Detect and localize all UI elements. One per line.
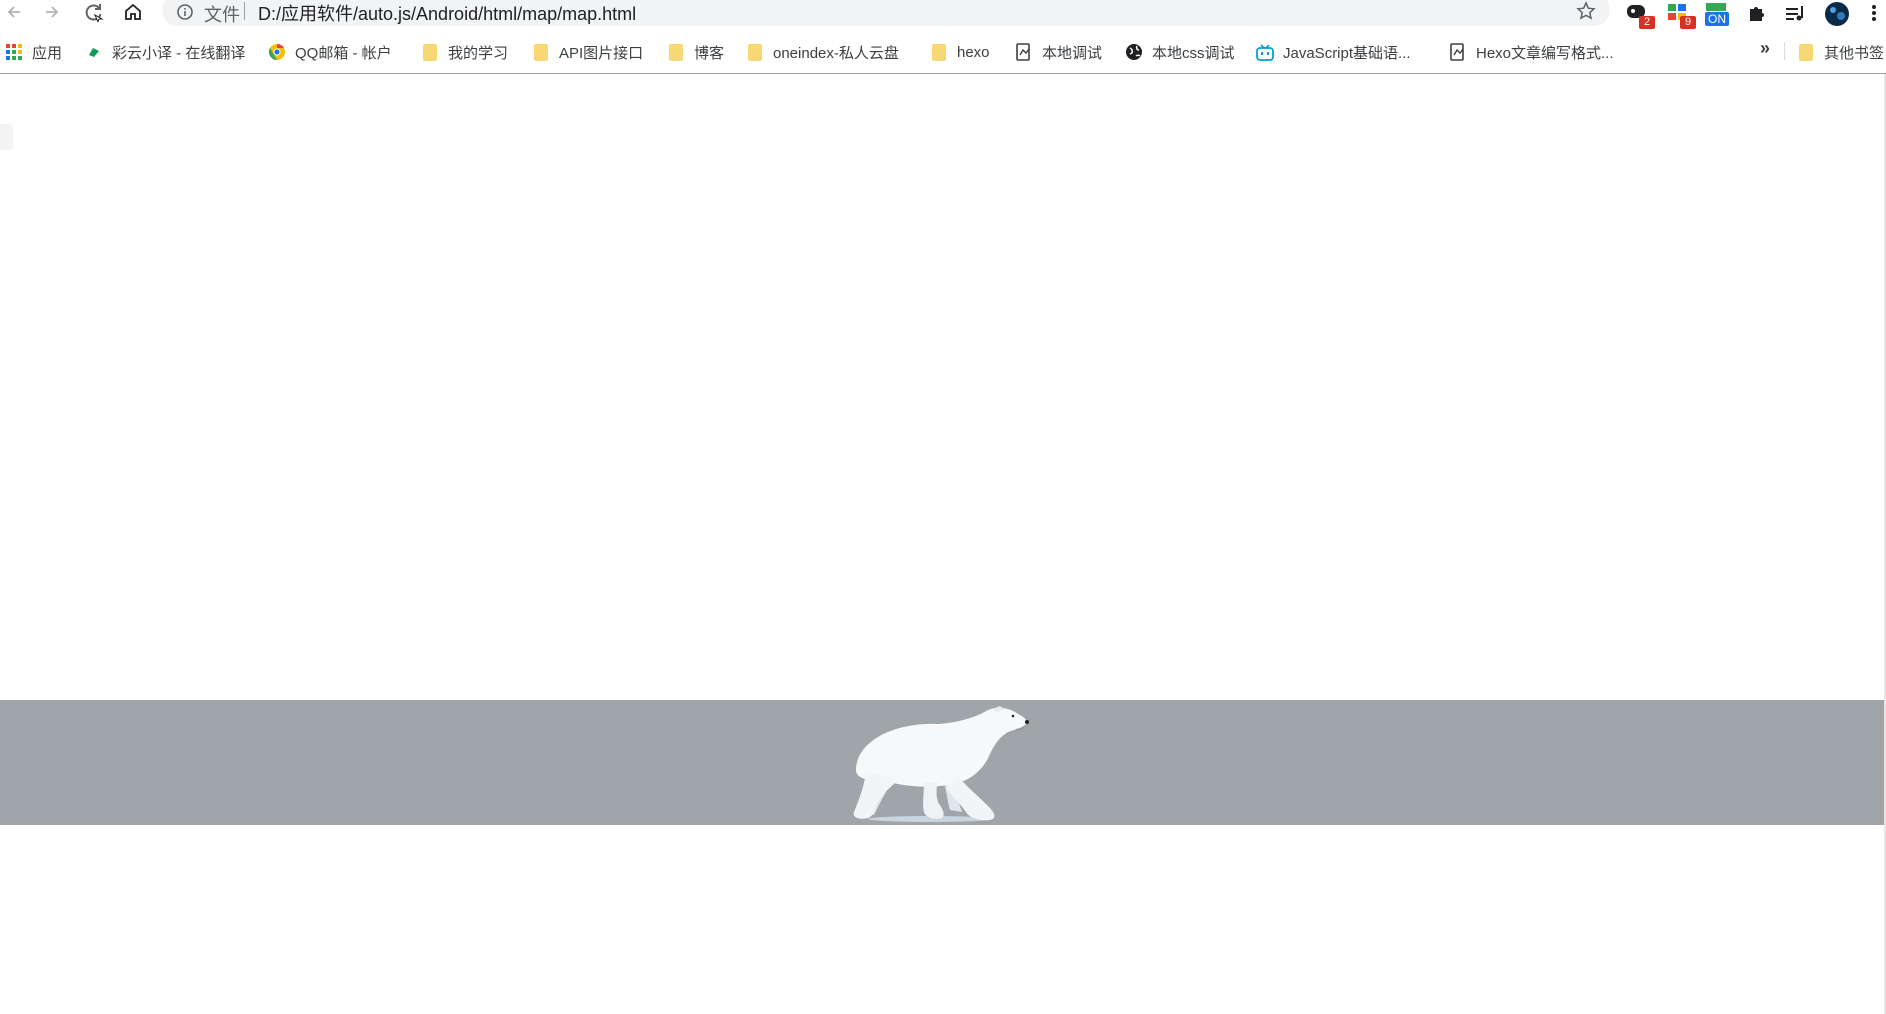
back-button[interactable] bbox=[0, 0, 28, 24]
animation-band bbox=[0, 700, 1884, 825]
home-icon bbox=[125, 3, 141, 20]
bookmark-label: 应用 bbox=[32, 44, 63, 62]
bookmark-label: 我的学习 bbox=[448, 44, 509, 62]
puzzle-icon[interactable] bbox=[1746, 2, 1772, 26]
caiyun-icon bbox=[85, 43, 103, 61]
bookmarks-overflow-button[interactable]: » bbox=[1760, 38, 1770, 59]
bookmark-label: oneindex-私人云盘 bbox=[773, 44, 899, 62]
reload-icon bbox=[85, 4, 104, 22]
bookmark-label: API图片接口 bbox=[559, 44, 644, 62]
reload-button[interactable] bbox=[80, 0, 108, 24]
page-icon bbox=[1015, 43, 1033, 61]
folder-icon bbox=[1797, 43, 1815, 61]
scheme-divider bbox=[244, 2, 245, 20]
bookmark-hexo-format[interactable]: Hexo文章编写格式... bbox=[1449, 40, 1614, 64]
forward-button[interactable] bbox=[38, 0, 66, 24]
bookmark-caiyun[interactable]: 彩云小译 - 在线翻译 bbox=[85, 40, 245, 64]
bookmarks-bar: 应用 彩云小译 - 在线翻译 QQ邮箱 - 帐户 我的学习 API图片接口 博客… bbox=[0, 36, 1886, 67]
bookmark-label: 彩云小译 - 在线翻译 bbox=[112, 44, 246, 62]
home-button[interactable] bbox=[119, 0, 147, 24]
menu-dots-icon[interactable] bbox=[1866, 2, 1882, 26]
toolbar-divider bbox=[0, 73, 1886, 74]
bookmarks-divider bbox=[1784, 42, 1785, 60]
bookmark-other[interactable]: 其他书签 bbox=[1797, 40, 1884, 64]
avatar[interactable] bbox=[1823, 1, 1849, 26]
bookmark-folder-oneindex[interactable]: oneindex-私人云盘 bbox=[746, 40, 899, 64]
bookmark-label: 其他书签 bbox=[1824, 44, 1885, 62]
scheme-label: 文件 bbox=[204, 5, 240, 25]
extension-icon-2[interactable]: 9 bbox=[1667, 2, 1696, 29]
folder-icon bbox=[532, 43, 550, 61]
apps-grid-icon bbox=[5, 43, 23, 61]
bookmark-apps[interactable]: 应用 bbox=[5, 40, 62, 64]
bookmark-label: JavaScript基础语... bbox=[1283, 44, 1411, 62]
bookmark-qqmail[interactable]: QQ邮箱 - 帐户 bbox=[268, 40, 392, 64]
address-bar[interactable]: 文件 D:/应用软件/auto.js/Android/html/map/map.… bbox=[162, 0, 1610, 26]
bookmark-local-debug[interactable]: 本地调试 bbox=[1015, 40, 1102, 64]
side-tab bbox=[0, 124, 13, 150]
media-control-icon[interactable] bbox=[1784, 2, 1810, 26]
extension-badge: 9 bbox=[1680, 16, 1696, 29]
bookmark-local-css-debug[interactable]: 本地css调试 bbox=[1125, 40, 1235, 64]
globe-icon bbox=[1125, 43, 1143, 61]
extension-icon-3[interactable]: ON bbox=[1704, 2, 1730, 26]
polar-bear-illustration bbox=[853, 706, 1029, 822]
bookmark-label: 本地css调试 bbox=[1152, 44, 1235, 62]
folder-icon bbox=[930, 43, 948, 61]
bookmark-label: 博客 bbox=[694, 44, 725, 62]
bookmark-star-icon[interactable] bbox=[1576, 1, 1596, 21]
bookmark-folder-hexo[interactable]: hexo bbox=[930, 40, 990, 64]
bookmark-folder-api[interactable]: API图片接口 bbox=[532, 40, 643, 64]
extension-icon-1[interactable]: 2 bbox=[1626, 2, 1655, 29]
url-text[interactable]: D:/应用软件/auto.js/Android/html/map/map.htm… bbox=[258, 0, 636, 26]
extension-badge: ON bbox=[1705, 12, 1729, 26]
bookmark-folder-blog[interactable]: 博客 bbox=[667, 40, 724, 64]
extension-badge: 2 bbox=[1639, 16, 1655, 29]
bookmark-label: QQ邮箱 - 帐户 bbox=[295, 44, 392, 62]
info-icon[interactable] bbox=[176, 3, 194, 21]
bookmark-javascript[interactable]: JavaScript基础语... bbox=[1256, 40, 1411, 64]
back-arrow-icon bbox=[7, 6, 20, 18]
forward-arrow-icon bbox=[46, 6, 59, 18]
folder-icon bbox=[667, 43, 685, 61]
bookmark-label: 本地调试 bbox=[1042, 44, 1103, 62]
folder-icon bbox=[421, 43, 439, 61]
bookmark-label: hexo bbox=[957, 43, 990, 61]
chrome-icon bbox=[268, 43, 286, 61]
bookmark-folder-study[interactable]: 我的学习 bbox=[421, 40, 508, 64]
bilibili-icon bbox=[1256, 43, 1274, 61]
page-icon bbox=[1449, 43, 1467, 61]
folder-icon bbox=[746, 43, 764, 61]
browser-toolbar: 文件 D:/应用软件/auto.js/Android/html/map/map.… bbox=[0, 0, 1886, 29]
bookmark-label: Hexo文章编写格式... bbox=[1476, 44, 1614, 62]
